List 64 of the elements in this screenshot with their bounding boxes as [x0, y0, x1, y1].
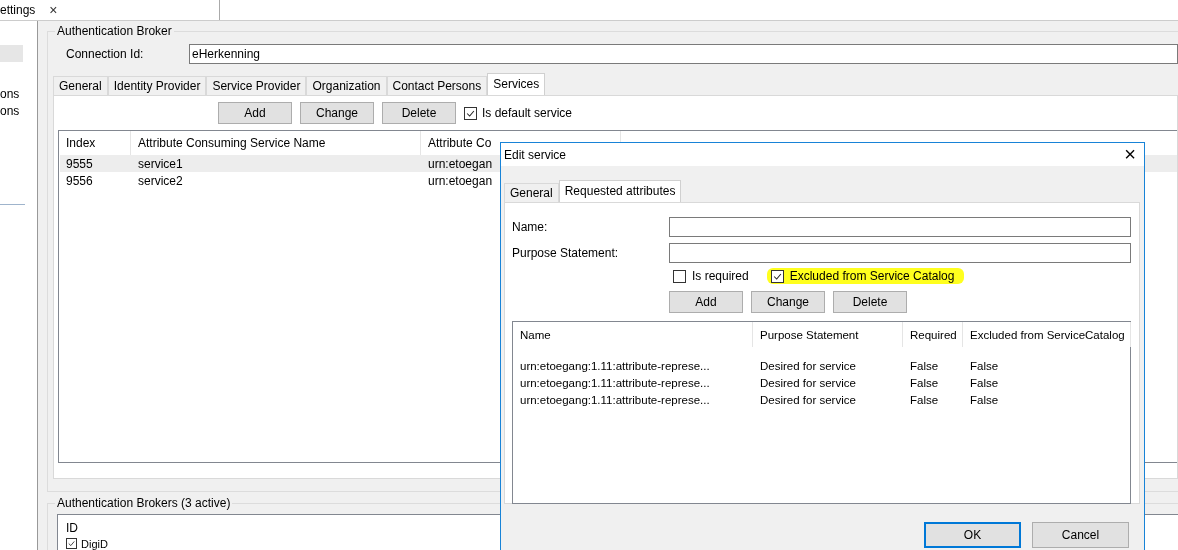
- checkbox[interactable]: [464, 106, 477, 120]
- table-cell-text: False: [909, 359, 940, 372]
- toolbar-button[interactable]: Delete: [382, 102, 456, 124]
- tab[interactable]: Contact Persons: [386, 76, 488, 95]
- close-icon[interactable]: ×: [1124, 143, 1136, 166]
- table-cell-text: Desired for service: [759, 376, 857, 389]
- tab[interactable]: Identity Provider: [107, 76, 207, 95]
- list-row[interactable]: urn:etoegang:1.11:attribute-represe... Desired for service False False: [514, 391, 1130, 408]
- table-cell-text: False: [969, 359, 1000, 372]
- list-row[interactable]: urn:etoegang:1.11:attribute-represe... Desired for service False False: [514, 374, 1130, 391]
- column-header[interactable]: Required: [903, 322, 963, 347]
- table-cell-text: urn:etoegang:1.11:attribute-represe...: [519, 376, 711, 389]
- toolbar-button[interactable]: Add: [218, 102, 292, 124]
- table-cell-text: False: [909, 376, 940, 389]
- group-title: Authentication Broker: [56, 24, 173, 38]
- checkbox-label: Excluded from Service Catalog: [789, 269, 955, 283]
- toolbar-button[interactable]: Change: [751, 291, 825, 313]
- checkbox[interactable]: [770, 269, 784, 283]
- table-cell-text: urn:etoegang:1.11:attribute-represe...: [519, 393, 711, 406]
- tab[interactable]: Service Provider: [206, 76, 307, 95]
- table-cell-text: False: [969, 376, 1000, 389]
- tab[interactable]: Services: [487, 73, 546, 95]
- list-row[interactable]: urn:etoegang:1.11:attribute-represe... Desired for service False False: [514, 357, 1130, 374]
- toolbar-button[interactable]: Add: [669, 291, 743, 313]
- table-cell-text: False: [909, 393, 940, 406]
- checkbox[interactable]: [66, 538, 77, 549]
- checkbox-label: DigiD: [81, 537, 108, 550]
- field-label: Connection Id:: [65, 47, 145, 61]
- tab[interactable]: Organization: [306, 76, 387, 95]
- window-title: Edit service: [504, 147, 567, 162]
- table-cell-text: urn:etoegan: [427, 156, 494, 171]
- table-cell-text: urn:etoegang:1.11:attribute-represe...: [519, 359, 711, 372]
- connection-id-field[interactable]: eHerkenning: [189, 44, 1178, 64]
- purpose-statement-field[interactable]: [669, 243, 1131, 263]
- toolbar-button[interactable]: Delete: [833, 291, 907, 313]
- dialog-button[interactable]: OK: [924, 522, 1021, 548]
- group-title: Authentication Brokers (3 active): [56, 496, 232, 510]
- table-cell-text: 9555: [65, 156, 94, 171]
- sidebar-item[interactable]: ons: [0, 103, 23, 120]
- table-cell-text: Desired for service: [759, 393, 857, 406]
- column-header[interactable]: Excluded from ServiceCatalog: [963, 322, 1131, 347]
- checkbox-label: Is default service: [482, 106, 573, 120]
- table-cell-text: service2: [137, 173, 184, 188]
- close-icon[interactable]: ×: [49, 2, 58, 18]
- table-cell-text: 9556: [65, 173, 94, 188]
- document-tab[interactable]: ettings ×: [0, 0, 220, 20]
- field-label: Name:: [512, 220, 549, 234]
- table-cell-text: False: [969, 393, 1000, 406]
- checkbox-label: Is required: [692, 269, 749, 283]
- column-header[interactable]: Name: [513, 322, 753, 347]
- table-cell-text: urn:etoegan: [427, 173, 494, 188]
- tab[interactable]: Requested attributes: [558, 180, 682, 202]
- tab[interactable]: General: [53, 76, 108, 95]
- field-label: Purpose Statement:: [512, 246, 620, 260]
- checkbox[interactable]: [673, 269, 686, 283]
- column-header[interactable]: Purpose Statement: [753, 322, 903, 347]
- name-field[interactable]: [669, 217, 1131, 237]
- table-cell-text: service1: [137, 156, 184, 171]
- table-cell-text: Desired for service: [759, 359, 857, 372]
- dialog-button[interactable]: Cancel: [1032, 522, 1129, 548]
- tab[interactable]: General: [504, 183, 559, 202]
- tab-title: ettings: [0, 3, 36, 17]
- toolbar-button[interactable]: Change: [300, 102, 374, 124]
- sidebar-item[interactable]: ons: [0, 86, 23, 103]
